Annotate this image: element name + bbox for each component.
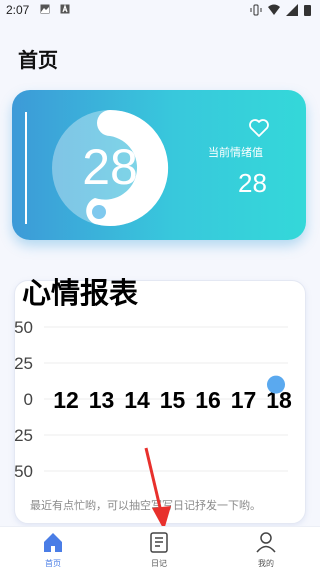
mood-score-number: 28 — [82, 139, 138, 195]
diary-icon — [150, 532, 168, 553]
mood-card[interactable]: 28 当前情绪值 28 — [12, 90, 306, 240]
profile-icon — [256, 532, 276, 553]
status-time: 2:07 — [6, 3, 30, 17]
chart-data-point — [267, 375, 285, 394]
vibrate-icon — [250, 4, 262, 16]
image-notification-icon — [40, 4, 50, 14]
x-tick-label: 16 — [195, 387, 221, 413]
y-tick-label: 0 — [24, 390, 33, 409]
mood-value: 28 — [238, 168, 267, 198]
status-bar: 2:07 — [0, 0, 320, 22]
report-title: 心情报表 — [22, 276, 139, 310]
card-accent-bar — [25, 112, 27, 224]
x-tick-label: 15 — [160, 387, 186, 413]
nav-item-profile[interactable]: 我的 — [236, 531, 296, 568]
y-tick-label: 50 — [14, 318, 33, 337]
nav-item-diary[interactable]: 日记 — [129, 531, 189, 568]
y-tick-label: 25 — [14, 354, 33, 373]
home-icon — [44, 533, 62, 552]
red-arrow-annotation — [144, 447, 171, 530]
nav-label-diary: 日记 — [151, 559, 167, 568]
bottom-nav: 首页 日记 我的 — [0, 526, 320, 568]
x-tick-label: 17 — [231, 387, 257, 413]
y-tick-label: 50 — [14, 462, 33, 481]
nav-label-home: 首页 — [45, 559, 61, 568]
nav-label-profile: 我的 — [258, 559, 274, 568]
wifi-icon — [268, 4, 280, 15]
signal-icon — [286, 4, 298, 16]
battery-icon — [304, 5, 311, 16]
x-tick-label: 12 — [53, 387, 79, 413]
x-tick-label: 13 — [89, 387, 115, 413]
mood-value-label: 当前情绪值 — [208, 146, 263, 159]
y-tick-label: 25 — [14, 426, 33, 445]
heart-icon[interactable] — [248, 118, 270, 138]
page-title: 首页 — [18, 48, 58, 72]
x-tick-label: 14 — [124, 387, 150, 413]
nav-item-home[interactable]: 首页 — [23, 531, 83, 568]
text-notification-icon — [60, 4, 70, 14]
